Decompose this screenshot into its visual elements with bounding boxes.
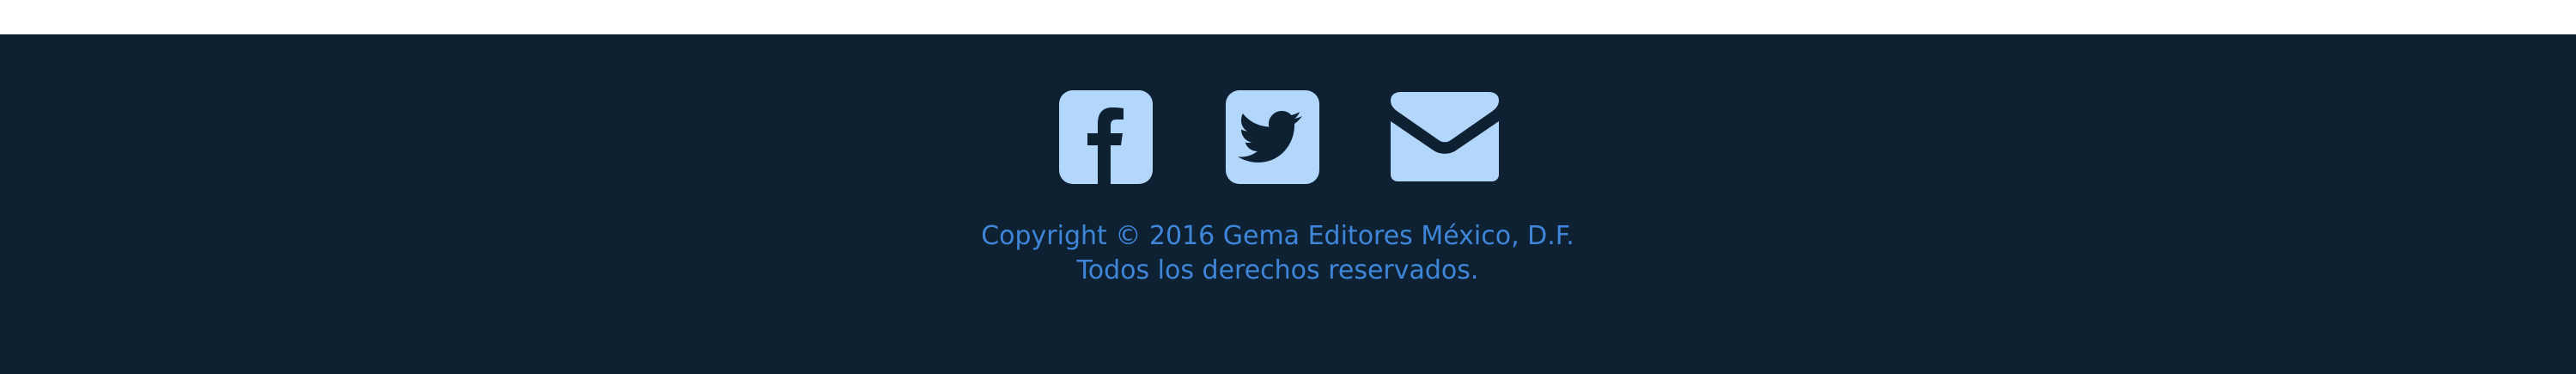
rights-reserved-line: Todos los derechos reservados. <box>1076 255 1479 285</box>
copyright-line: Copyright © 2016 Gema Editores México, D… <box>981 221 1574 251</box>
email-link[interactable] <box>1389 90 1501 184</box>
copyright-text: Copyright © 2016 Gema Editores México, D… <box>0 219 2555 288</box>
top-spacer <box>0 0 2576 34</box>
facebook-icon <box>1059 90 1153 184</box>
site-footer: Copyright © 2016 Gema Editores México, D… <box>0 34 2576 374</box>
social-links <box>0 90 2576 185</box>
twitter-link[interactable] <box>1226 90 1319 184</box>
twitter-icon <box>1226 90 1319 184</box>
mail-icon <box>1391 92 1499 181</box>
facebook-link[interactable] <box>1059 90 1153 184</box>
